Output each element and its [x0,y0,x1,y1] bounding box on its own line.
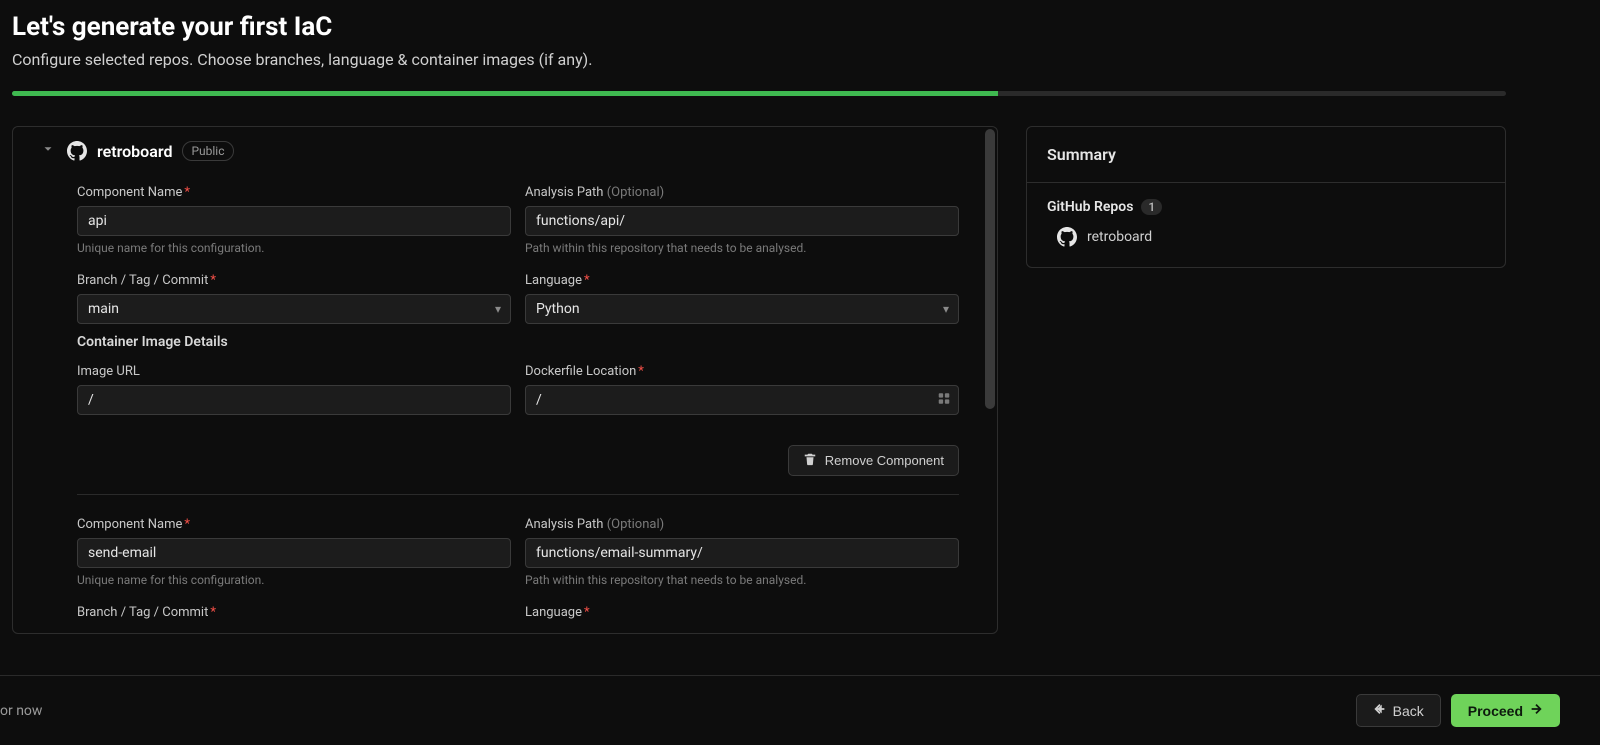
dockerfile-label: Dockerfile Location* [525,364,959,379]
language-label: Language* [525,273,959,288]
summary-repo-item: retroboard [1047,227,1485,247]
summary-section-label: GitHub Repos [1047,199,1133,215]
config-panel: retroboard Public Component Name* Unique… [12,126,998,634]
arrow-right-icon [1529,702,1543,719]
language-label: Language* [525,605,959,620]
component-name-helper: Unique name for this configuration. [77,573,511,587]
language-select[interactable] [525,294,959,324]
summary-title: Summary [1027,127,1505,183]
github-icon [1057,227,1077,247]
trash-icon [803,452,817,469]
visibility-badge: Public [182,141,233,161]
summary-repo-name: retroboard [1087,229,1152,245]
repo-header[interactable]: retroboard Public [13,127,993,175]
component-name-helper: Unique name for this configuration. [77,241,511,255]
component-name-label: Component Name* [77,517,511,532]
page-subtitle: Configure selected repos. Choose branche… [12,50,1588,69]
dockerfile-input[interactable] [525,385,959,415]
analysis-path-helper: Path within this repository that needs t… [525,573,959,587]
component-name-input[interactable] [77,538,511,568]
component-block: Component Name* Unique name for this con… [13,175,993,633]
branch-label: Branch / Tag / Commit* [77,605,511,620]
scrollbar-thumb[interactable] [985,129,995,409]
analysis-path-label: Analysis Path (Optional) [525,517,959,532]
chevron-down-icon [41,142,57,160]
page-title: Let's generate your first IaC [12,12,1588,42]
proceed-label: Proceed [1468,703,1523,719]
branch-label: Branch / Tag / Commit* [77,273,511,288]
skip-link[interactable]: or now [0,703,42,719]
remove-component-button[interactable]: Remove Component [788,445,959,476]
github-icon [67,141,87,161]
repo-name: retroboard [97,142,172,161]
image-url-input[interactable] [77,385,511,415]
back-button[interactable]: Back [1356,694,1441,727]
arrow-left-icon [1373,702,1387,719]
component-name-input[interactable] [77,206,511,236]
analysis-path-label: Analysis Path (Optional) [525,185,959,200]
progress-fill [12,91,998,96]
image-url-label: Image URL [77,364,511,379]
file-picker-icon[interactable] [937,392,951,409]
remove-component-label: Remove Component [825,453,944,468]
proceed-button[interactable]: Proceed [1451,694,1560,727]
branch-select[interactable] [77,294,511,324]
analysis-path-input[interactable] [525,206,959,236]
component-name-label: Component Name* [77,185,511,200]
analysis-path-input[interactable] [525,538,959,568]
analysis-path-helper: Path within this repository that needs t… [525,241,959,255]
container-section-label: Container Image Details [77,334,959,350]
footer-bar: or now Back Proceed [0,675,1600,745]
back-label: Back [1393,703,1424,719]
progress-bar [12,91,1506,96]
repo-count-badge: 1 [1141,199,1162,215]
summary-panel: Summary GitHub Repos 1 retroboard [1026,126,1506,268]
